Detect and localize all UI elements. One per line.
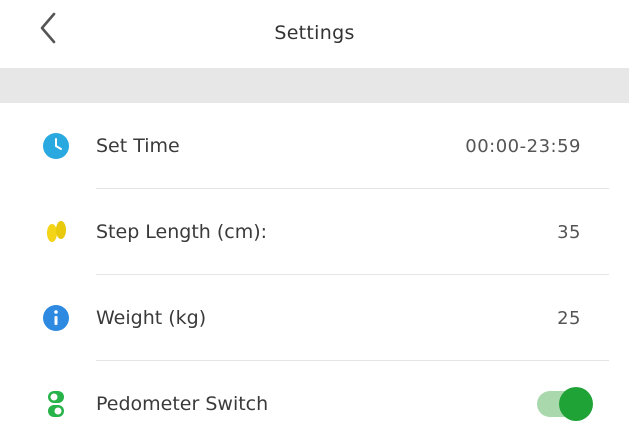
pedometer-toggle[interactable] [537, 387, 593, 421]
header-bar: Settings [0, 0, 629, 66]
weight-label: Weight (kg) [96, 307, 207, 329]
set-time-value: 00:00-23:59 [465, 135, 581, 157]
info-icon [42, 304, 70, 332]
page-title: Settings [274, 22, 355, 44]
clock-icon [42, 132, 70, 160]
pedometer-switch-label: Pedometer Switch [96, 393, 269, 415]
pedometer-switch-row[interactable]: Pedometer Switch [0, 361, 629, 432]
settings-list: Set Time 00:00-23:59 Step Length (cm): 3… [0, 103, 629, 432]
section-divider-band [0, 68, 629, 103]
step-length-row[interactable]: Step Length (cm): 35 [0, 189, 629, 275]
step-length-label: Step Length (cm): [96, 221, 268, 243]
switch-icon [42, 390, 70, 418]
chevron-left-icon [38, 11, 58, 49]
back-button[interactable] [28, 10, 68, 50]
toggle-knob[interactable] [559, 387, 593, 421]
set-time-label: Set Time [96, 135, 180, 157]
weight-row[interactable]: Weight (kg) 25 [0, 275, 629, 361]
weight-value: 25 [557, 307, 581, 329]
settings-screen: Settings Set Time 00:00-23:59 Step Lengt… [0, 0, 629, 432]
footprints-icon [42, 218, 70, 246]
set-time-row[interactable]: Set Time 00:00-23:59 [0, 103, 629, 189]
step-length-value: 35 [557, 221, 581, 243]
